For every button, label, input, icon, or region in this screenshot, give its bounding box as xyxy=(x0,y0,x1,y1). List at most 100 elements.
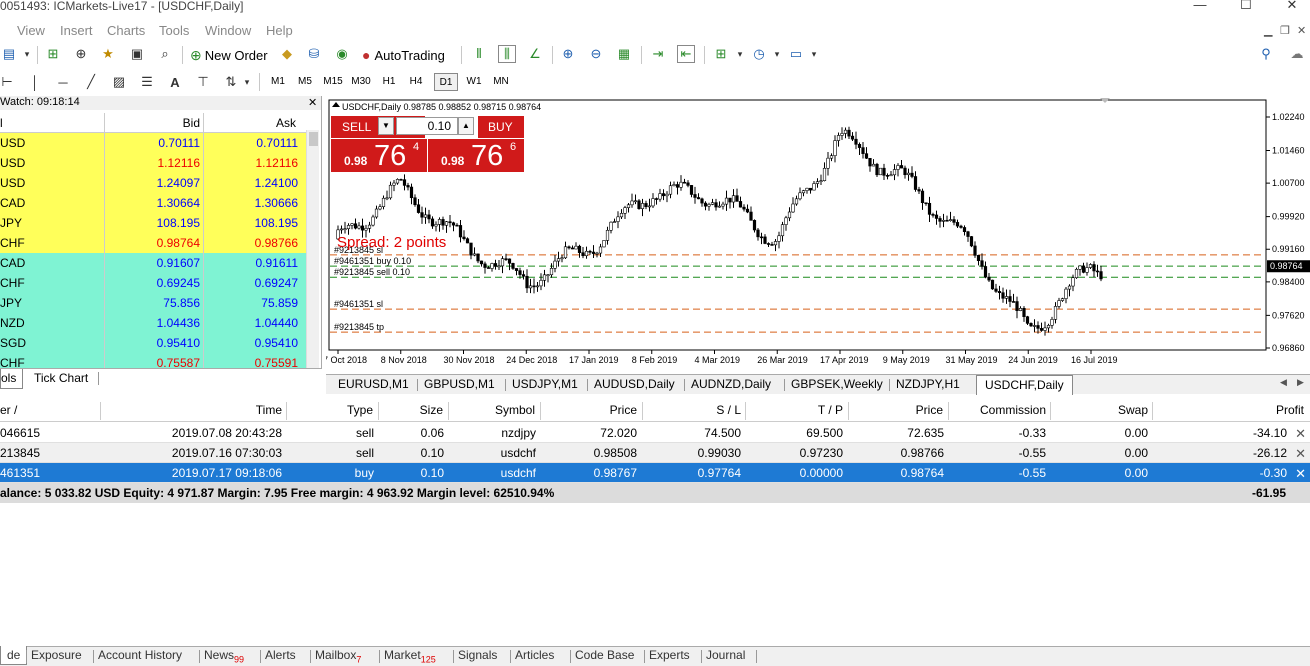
trade-column-header[interactable]: Profit xyxy=(1276,403,1304,417)
terminal-tab[interactable]: Market125 xyxy=(384,648,436,664)
col-ask[interactable]: Ask xyxy=(276,116,296,130)
market-watch-row[interactable]: CHF 0.69245 0.69247 xyxy=(0,273,306,293)
trade-column-header[interactable]: Swap xyxy=(1118,403,1148,417)
market-watch-row[interactable]: JPY 75.856 75.859 xyxy=(0,293,306,313)
chart-window[interactable]: #9213845 sl #9461351 buy 0.10 #9213845 sel… xyxy=(318,96,1310,370)
lot-increase-button[interactable]: ▲ xyxy=(458,117,474,135)
terminal-tab[interactable]: Code Base xyxy=(575,648,634,662)
menu-view[interactable]: View xyxy=(17,23,45,38)
terminal-tab[interactable]: Experts xyxy=(649,648,690,662)
trade-column-header[interactable]: Price xyxy=(916,403,943,417)
chart-tab[interactable]: EURUSD,M1 xyxy=(338,377,409,391)
lot-input[interactable]: 0.10 xyxy=(396,117,458,135)
tab-tick-chart[interactable]: Tick Chart xyxy=(34,371,88,385)
col-bid[interactable]: Bid xyxy=(183,116,200,130)
timeframe-d1[interactable]: D1 xyxy=(434,73,458,91)
scrollbar[interactable] xyxy=(306,130,319,368)
market-watch-row[interactable]: CHF 0.75587 0.75591 xyxy=(0,353,306,368)
trade-column-header[interactable]: Commission xyxy=(980,403,1046,417)
terminal-tab[interactable]: Signals xyxy=(458,648,497,662)
terminal-tab[interactable]: Alerts xyxy=(265,648,296,662)
indicators-icon[interactable]: ⊞ xyxy=(712,45,730,63)
close-icon[interactable]: ✕ xyxy=(308,96,317,109)
trade-row[interactable]: 461351 2019.07.17 09:18:06 buy 0.10 usdchf 0.… xyxy=(0,463,1310,483)
minimize-button[interactable]: — xyxy=(1180,0,1220,14)
trendline-icon[interactable]: ╱ xyxy=(82,73,100,91)
chart-tab[interactable]: NZDJPY,H1 xyxy=(896,377,960,391)
line-chart-icon[interactable]: ∠ xyxy=(526,45,544,63)
timeframe-h1[interactable]: H1 xyxy=(379,73,399,91)
text-icon[interactable]: A xyxy=(166,73,184,91)
chart-shift-icon[interactable]: ⇤ xyxy=(677,45,695,63)
close-button[interactable]: ✕ xyxy=(1272,0,1310,14)
timeframe-m1[interactable]: M1 xyxy=(268,73,288,91)
tab-symbols[interactable]: ols xyxy=(0,369,24,389)
new-order-button[interactable]: ⊕ New Order xyxy=(190,44,268,66)
trade-row[interactable]: 213845 2019.07.16 07:30:03 sell 0.10 usdchf 0… xyxy=(0,443,1310,463)
metaeditor-icon[interactable]: ◆ xyxy=(278,45,296,63)
chart-tab[interactable]: GBPUSD,M1 xyxy=(424,377,495,391)
terminal-tab[interactable]: News99 xyxy=(204,648,244,664)
templates-icon[interactable]: ▭ xyxy=(787,45,805,63)
autoscroll-icon[interactable]: ⇥ xyxy=(649,45,667,63)
chart-tab[interactable]: AUDUSD,Daily xyxy=(594,377,675,391)
menu-insert[interactable]: Insert xyxy=(60,23,93,38)
lot-decrease-button[interactable]: ▼ xyxy=(378,117,394,135)
terminal-tab[interactable]: Account History xyxy=(98,648,182,662)
mdi-restore-icon[interactable]: ❐ xyxy=(1280,24,1290,37)
market-watch-row[interactable]: CHF 0.98764 0.98766 xyxy=(0,233,306,253)
terminal-tab[interactable]: Exposure xyxy=(31,648,82,662)
buy-price-box[interactable]: 0.98 76 6 xyxy=(428,138,524,172)
horizontal-line-icon[interactable]: ─ xyxy=(54,73,72,91)
chart-tab[interactable]: AUDNZD,Daily xyxy=(691,377,771,391)
market-watch-row[interactable]: NZD 1.04436 1.04440 xyxy=(0,313,306,333)
mdi-minimize-icon[interactable]: ▁ xyxy=(1264,24,1272,37)
data-icon[interactable]: ⛁ xyxy=(305,45,323,63)
tab-scroll-left-icon[interactable]: ◀ xyxy=(1280,377,1287,388)
profiles-icon[interactable]: ⊞ xyxy=(44,45,62,63)
vertical-line-icon[interactable]: │ xyxy=(26,73,44,91)
chart-tab[interactable]: GBPSEK,Weekly xyxy=(791,377,883,391)
terminal-tab[interactable]: de xyxy=(0,646,28,665)
timeframe-m15[interactable]: M15 xyxy=(320,73,346,91)
fibonacci-icon[interactable]: ☰ xyxy=(138,73,156,91)
trade-column-header[interactable]: Time xyxy=(256,403,282,417)
market-watch-row[interactable]: CAD 0.91607 0.91611 xyxy=(0,253,306,273)
close-order-icon[interactable]: ✕ xyxy=(1295,446,1306,462)
close-order-icon[interactable]: ✕ xyxy=(1295,466,1306,482)
trade-column-header[interactable]: S / L xyxy=(716,403,741,417)
channel-icon[interactable]: ▨ xyxy=(110,73,128,91)
menu-help[interactable]: Help xyxy=(266,23,293,38)
zoom-out-icon[interactable]: ⊖ xyxy=(587,45,605,63)
menu-tools[interactable]: Tools xyxy=(159,23,189,38)
market-watch-row[interactable]: SGD 0.95410 0.95410 xyxy=(0,333,306,353)
dropdown-arrow-icon[interactable]: ▾ xyxy=(731,45,749,63)
market-watch-row[interactable]: CAD 1.30664 1.30666 xyxy=(0,193,306,213)
timeframe-h4[interactable]: H4 xyxy=(406,73,426,91)
signals-icon[interactable]: ◉ xyxy=(333,45,351,63)
chart-tab[interactable]: USDJPY,M1 xyxy=(512,377,578,391)
chart-tab[interactable]: USDCHF,Daily xyxy=(976,375,1073,395)
trade-column-header[interactable]: Price xyxy=(610,403,637,417)
search-icon[interactable]: ⚲ xyxy=(1257,45,1275,63)
timeframe-m5[interactable]: M5 xyxy=(295,73,315,91)
trade-column-header[interactable]: Size xyxy=(420,403,443,417)
col-symbol[interactable]: l xyxy=(0,116,3,130)
trade-column-header[interactable]: er / xyxy=(0,403,17,417)
periods-icon[interactable]: ◷ xyxy=(750,45,768,63)
navigator-icon[interactable]: ★ xyxy=(99,45,117,63)
autotrading-button[interactable]: ● AutoTrading xyxy=(362,44,445,66)
candlestick-icon[interactable]: ⫼ xyxy=(498,45,516,63)
market-watch-row[interactable]: JPY 108.195 108.195 xyxy=(0,213,306,233)
timeframe-w1[interactable]: W1 xyxy=(463,73,485,91)
crosshair-icon[interactable]: ⊕ xyxy=(72,45,90,63)
new-chart-icon[interactable]: ▤ xyxy=(0,45,18,63)
market-watch-row[interactable]: USD 0.70111 0.70111 xyxy=(0,133,306,153)
strategy-tester-icon[interactable]: ⌕ xyxy=(156,45,174,63)
market-watch-row[interactable]: USD 1.12116 1.12116 xyxy=(0,153,306,173)
buy-button[interactable]: BUY xyxy=(478,116,524,138)
tile-windows-icon[interactable]: ▦ xyxy=(615,45,633,63)
chat-icon[interactable]: ☁ xyxy=(1288,45,1306,63)
tab-scroll-right-icon[interactable]: ▶ xyxy=(1297,377,1304,388)
bar-chart-icon[interactable]: ⫴ xyxy=(470,45,488,63)
